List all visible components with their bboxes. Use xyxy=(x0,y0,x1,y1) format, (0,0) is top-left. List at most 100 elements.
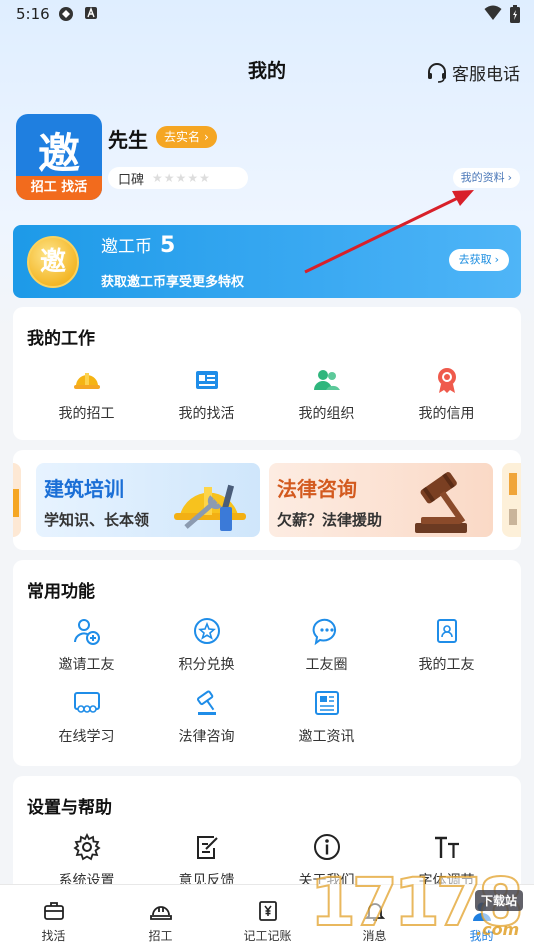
banner-construction-training[interactable]: 建筑培训 学知识、长本领 xyxy=(36,463,260,537)
customer-service-button[interactable]: 客服电话 xyxy=(426,60,520,85)
gavel-illustration-icon xyxy=(415,472,467,533)
gavel-icon xyxy=(196,690,216,715)
banner-training-title: 建筑培训 xyxy=(44,477,124,501)
hardhat-icon xyxy=(73,373,100,389)
wifi-icon xyxy=(484,5,502,20)
settings-help-card: 设置与帮助 系统设置 意见反馈 关于我们 字体调节 xyxy=(13,776,521,896)
banner-legal-subtitle: 欠薪？法律援助 xyxy=(277,511,383,529)
points-exchange-button[interactable]: 积分兑换 xyxy=(143,616,270,674)
verify-realname-button[interactable]: 去实名 › xyxy=(156,126,217,148)
status-left-icons xyxy=(58,6,98,22)
group-icon xyxy=(313,370,340,390)
my-workmates-label: 我的工友 xyxy=(418,657,475,673)
settings-help-title: 设置与帮助 xyxy=(27,798,112,818)
my-work-card: 我的工作 我的招工 我的找活 我的组织 我的信用 xyxy=(13,307,521,440)
invite-workmates-label: 邀请工友 xyxy=(58,657,115,673)
points-exchange-label: 积分兑换 xyxy=(178,657,235,673)
online-class-icon xyxy=(73,692,100,713)
star-icon: ★ xyxy=(163,171,175,185)
banner-partial-right xyxy=(502,463,521,537)
sync-icon xyxy=(59,7,73,21)
headset-icon xyxy=(428,62,446,83)
coin-title-row: 邀工币 5 xyxy=(101,232,175,258)
credit-badge-icon xyxy=(437,368,456,393)
workmates-circle-label: 工友圈 xyxy=(305,657,348,673)
legal-consult-label: 法律咨询 xyxy=(178,729,235,745)
font-size-button[interactable]: 字体调节 xyxy=(383,832,510,890)
chevron-right-icon: › xyxy=(507,171,512,184)
coin-card[interactable]: 邀 邀工币 5 获取邀工币享受更多特权 去获取 › xyxy=(13,225,521,298)
hardhat-tab-icon xyxy=(149,906,172,920)
contact-book-icon xyxy=(436,619,457,643)
banner-legal-title: 法律咨询 xyxy=(277,477,357,501)
ledger-icon xyxy=(258,901,277,921)
chevron-right-icon: › xyxy=(204,130,209,144)
resume-card-icon xyxy=(195,371,218,389)
my-profile-label: 我的资料 xyxy=(460,171,505,184)
chat-bubble-icon xyxy=(312,618,336,646)
get-coins-button[interactable]: 去获取 › xyxy=(448,249,509,271)
banner-legal-consult[interactable]: 法律咨询 欠薪？法律援助 xyxy=(269,463,493,537)
system-settings-button[interactable]: 系统设置 xyxy=(23,832,150,890)
app-logo: 邀 招工 找活 xyxy=(16,114,102,200)
common-functions-title: 常用功能 xyxy=(27,582,95,602)
my-workmates-button[interactable]: 我的工友 xyxy=(383,616,510,674)
tools-illustration-icon xyxy=(174,484,246,531)
customer-service-label: 客服电话 xyxy=(452,65,520,85)
banner-training-subtitle: 学知识、长本领 xyxy=(44,511,150,529)
tab-find-work[interactable]: 找活 xyxy=(0,899,107,944)
bottom-tab-bar: 找活 招工 记工记账 消息 我的 xyxy=(0,884,534,950)
tab-recruit[interactable]: 招工 xyxy=(107,899,214,944)
star-icon: ★ xyxy=(152,171,163,185)
user-name: 先生 xyxy=(108,128,148,152)
bell-icon xyxy=(364,903,385,921)
common-functions-card: 常用功能 邀请工友 积分兑换 工友圈 我的工友 在线学习 法律咨询 邀工资讯 xyxy=(13,560,521,766)
my-credit-label: 我的信用 xyxy=(418,406,475,422)
status-right-icons xyxy=(484,5,520,23)
feedback-icon xyxy=(196,836,218,859)
a-icon xyxy=(85,7,97,19)
tab-find-work-label: 找活 xyxy=(41,929,66,943)
info-icon xyxy=(313,834,340,860)
star-exchange-icon xyxy=(193,618,220,644)
briefcase-icon xyxy=(43,902,64,920)
invite-workmates-button[interactable]: 邀请工友 xyxy=(23,616,150,674)
star-icon: ★ xyxy=(187,171,199,185)
tab-messages-label: 消息 xyxy=(362,929,387,943)
banner-carousel[interactable]: 建筑培训 学知识、长本领 法律咨询 欠薪？法律援助 xyxy=(13,450,521,550)
coin-subtitle: 获取邀工币享受更多特权 xyxy=(101,275,245,290)
reputation-stars: ★ ★ ★ ★ ★ xyxy=(152,172,210,184)
online-learning-button[interactable]: 在线学习 xyxy=(23,688,150,746)
logo-strip: 招工 找活 xyxy=(16,176,102,200)
workmates-circle-button[interactable]: 工友圈 xyxy=(263,616,390,674)
my-profile-link[interactable]: 我的资料 › xyxy=(452,168,520,188)
tab-ledger-label: 记工记账 xyxy=(243,929,292,943)
my-organization-button[interactable]: 我的组织 xyxy=(263,365,390,423)
my-job-search-label: 我的找活 xyxy=(178,406,235,422)
my-work-title: 我的工作 xyxy=(27,329,95,349)
person-icon xyxy=(472,902,491,921)
my-recruitment-button[interactable]: 我的招工 xyxy=(23,365,150,423)
battery-icon xyxy=(510,5,520,23)
about-us-button[interactable]: 关于我们 xyxy=(263,832,390,890)
invite-user-icon xyxy=(73,619,100,645)
legal-consult-button[interactable]: 法律咨询 xyxy=(143,688,270,746)
logo-char: 邀 xyxy=(37,129,80,178)
feedback-button[interactable]: 意见反馈 xyxy=(143,832,270,890)
my-job-search-button[interactable]: 我的找活 xyxy=(143,365,270,423)
star-icon: ★ xyxy=(199,171,210,185)
tab-mine-label: 我的 xyxy=(469,929,494,943)
my-credit-button[interactable]: 我的信用 xyxy=(383,365,510,423)
news-label: 邀工资讯 xyxy=(298,729,355,745)
tab-mine[interactable]: 我的 xyxy=(428,899,534,944)
tab-ledger[interactable]: 记工记账 xyxy=(214,899,321,944)
news-button[interactable]: 邀工资讯 xyxy=(263,688,390,746)
banner-partial-left xyxy=(13,463,21,537)
coin-title: 邀工币 xyxy=(101,237,152,257)
online-learning-label: 在线学习 xyxy=(58,729,115,745)
tab-messages[interactable]: 消息 xyxy=(321,899,428,944)
font-size-icon xyxy=(434,836,459,858)
reputation-label: 口碑 xyxy=(118,172,145,188)
chevron-right-icon: › xyxy=(494,253,499,266)
status-bar: 5:16 xyxy=(0,0,534,30)
